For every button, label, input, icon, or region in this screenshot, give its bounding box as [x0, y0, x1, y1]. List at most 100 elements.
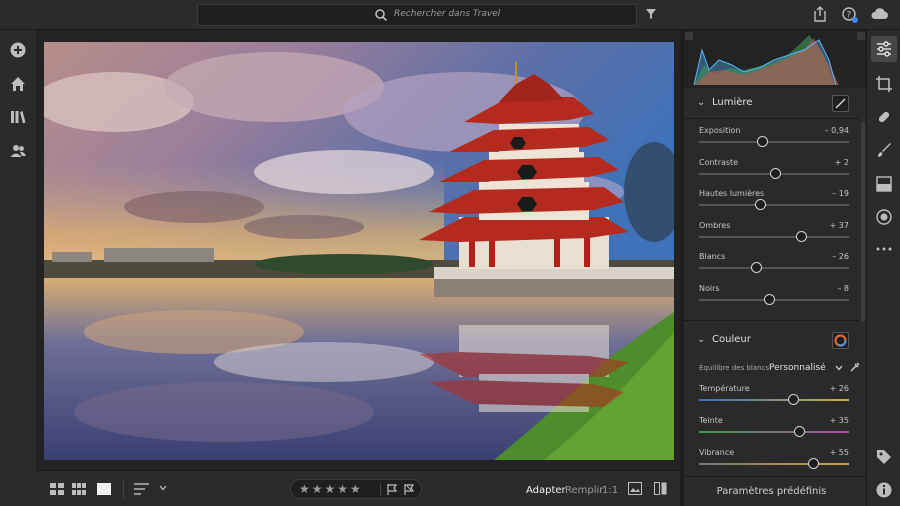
slider-value[interactable]: – 8	[837, 284, 849, 293]
svg-text:?: ?	[847, 11, 852, 21]
slider-track[interactable]	[699, 399, 849, 401]
slider-thumb[interactable]	[807, 458, 819, 469]
slider-track[interactable]	[699, 463, 849, 465]
sort-icon[interactable]	[134, 483, 150, 495]
slider-label: Blancs	[699, 252, 726, 262]
healing-icon[interactable]	[875, 108, 893, 126]
slider-ombres[interactable]: Ombres + 37	[699, 221, 849, 249]
add-icon[interactable]	[9, 41, 27, 59]
slider-thumb[interactable]	[788, 394, 799, 405]
compare-icon[interactable]	[628, 482, 642, 495]
slider-label: Noirs	[699, 284, 720, 293]
slider-thumb[interactable]	[756, 136, 768, 147]
rating-flag-control[interactable]: ★★★★★	[290, 479, 422, 499]
edit-panel: ⌄ Lumière Exposition – 0,94 Contraste + 2 Ha…	[683, 30, 867, 506]
zoom-fill-button[interactable]: Remplir	[565, 485, 603, 496]
slider-label: Température	[699, 384, 750, 393]
white-balance-label: Équilibre des blancs	[699, 364, 770, 372]
slider-hautes-lumières[interactable]: Hautes lumières – 19	[699, 189, 849, 217]
home-icon[interactable]	[9, 75, 27, 93]
slider-thumb[interactable]	[755, 199, 766, 211]
slider-value[interactable]: – 26	[832, 252, 849, 261]
bottom-bar: ★★★★★ Adapter Remplir 1:1	[36, 470, 680, 506]
slider-value[interactable]: + 55	[830, 448, 849, 457]
slider-value[interactable]: + 37	[830, 221, 849, 230]
zoom-1to1-button[interactable]: 1:1	[602, 485, 618, 496]
presets-button[interactable]: Paramètres prédéfinis	[684, 476, 867, 506]
white-balance-select[interactable]: Personnalisé	[769, 363, 826, 373]
people-icon[interactable]	[9, 142, 27, 160]
left-toolbar	[0, 30, 36, 506]
search-input[interactable]: Rechercher dans Travel	[394, 9, 500, 19]
radial-gradient-icon[interactable]	[875, 208, 893, 226]
right-toolbar	[866, 30, 900, 506]
slider-label: Vibrance	[699, 448, 735, 457]
slider-thumb[interactable]	[795, 230, 807, 242]
color-section-title: Couleur	[712, 334, 751, 345]
chevron-down-icon[interactable]	[835, 365, 843, 371]
slider-value[interactable]: – 19	[832, 189, 849, 198]
edit-sliders-icon[interactable]	[875, 40, 893, 58]
slider-thumb[interactable]	[794, 426, 805, 437]
slider-teinte[interactable]: Teinte + 35	[699, 416, 849, 444]
slider-value[interactable]: – 0,94	[825, 126, 849, 135]
rating-divider	[380, 483, 381, 496]
linear-gradient-icon[interactable]	[875, 175, 893, 193]
color-mix-icon[interactable]	[832, 332, 849, 349]
slider-value[interactable]: + 35	[830, 416, 849, 425]
slider-thumb[interactable]	[764, 294, 775, 305]
slider-thumb[interactable]	[750, 262, 762, 274]
slider-track[interactable]	[699, 267, 849, 270]
slider-température[interactable]: Température + 26	[699, 384, 849, 412]
tag-icon[interactable]	[875, 448, 893, 466]
panel-scrollbar[interactable]	[861, 122, 865, 322]
slider-noirs[interactable]: Noirs – 8	[699, 284, 849, 312]
slider-contraste[interactable]: Contraste + 2	[699, 158, 849, 186]
flag-pick-icon[interactable]	[387, 484, 398, 495]
eyedropper-icon[interactable]	[849, 362, 860, 373]
help-icon[interactable]: ?	[842, 7, 858, 23]
curve-icon[interactable]	[832, 95, 849, 112]
slider-label: Ombres	[699, 220, 731, 230]
white-balance-row: Équilibre des blancs Personnalisé	[699, 360, 860, 376]
section-divider	[684, 118, 859, 119]
cloud-icon[interactable]	[871, 8, 889, 20]
light-section-title: Lumière	[712, 97, 753, 108]
slider-thumb[interactable]	[770, 167, 781, 179]
crop-icon[interactable]	[875, 75, 893, 93]
chevron-down-icon[interactable]	[159, 485, 167, 491]
share-icon[interactable]	[813, 6, 827, 22]
slider-value[interactable]: + 26	[830, 384, 849, 393]
slider-label: Hautes lumières	[699, 189, 765, 199]
slider-exposition[interactable]: Exposition – 0,94	[699, 126, 849, 154]
grid-large-icon[interactable]	[50, 483, 64, 495]
toolbar-divider	[123, 480, 124, 498]
grid-small-icon[interactable]	[72, 483, 86, 495]
slider-value[interactable]: + 2	[835, 158, 849, 167]
brush-icon[interactable]	[875, 141, 893, 159]
flag-reject-icon[interactable]	[404, 484, 415, 495]
info-icon[interactable]	[875, 481, 893, 499]
slider-track[interactable]	[699, 204, 849, 207]
light-section-header[interactable]: ⌄ Lumière	[684, 88, 867, 118]
single-view-icon[interactable]	[97, 483, 111, 495]
star-rating[interactable]: ★★★★★	[299, 482, 363, 496]
before-after-icon[interactable]	[654, 482, 667, 495]
library-icon[interactable]	[9, 108, 27, 126]
color-section-header[interactable]: ⌄ Couleur	[684, 325, 867, 355]
photo-preview[interactable]	[44, 42, 674, 460]
slider-vibrance[interactable]: Vibrance + 55	[699, 448, 849, 476]
zoom-fit-button[interactable]: Adapter	[526, 485, 566, 496]
slider-track[interactable]	[699, 141, 849, 143]
histogram	[684, 30, 867, 88]
more-icon[interactable]	[875, 240, 893, 258]
slider-blancs[interactable]: Blancs – 26	[699, 252, 849, 280]
search-icon	[375, 9, 388, 22]
search-bar[interactable]: Rechercher dans Travel	[197, 4, 637, 26]
slider-track[interactable]	[699, 235, 849, 238]
chevron-down-icon: ⌄	[697, 334, 706, 345]
chevron-down-icon: ⌄	[697, 97, 706, 108]
slider-track[interactable]	[699, 431, 849, 433]
slider-label: Exposition	[699, 126, 741, 135]
filter-icon[interactable]	[645, 8, 657, 20]
